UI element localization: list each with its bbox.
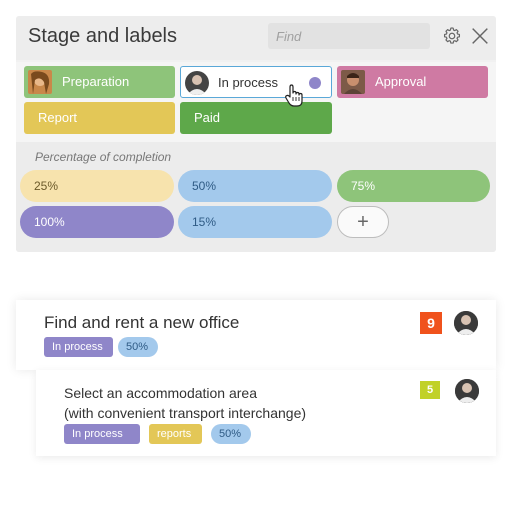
avatar [28, 70, 52, 94]
completion-pill-100[interactable]: 100% [20, 206, 174, 238]
task-percent-tag[interactable]: 50% [118, 337, 158, 357]
stage-label: Paid [194, 110, 221, 125]
hand-cursor-icon [285, 84, 303, 107]
completion-pill-75[interactable]: 75% [337, 170, 490, 202]
avatar [341, 70, 365, 94]
stage-report[interactable]: Report [24, 102, 175, 134]
task-stage-tag[interactable]: In process [44, 337, 113, 357]
completion-pill-25[interactable]: 25% [20, 170, 174, 202]
task-title: Find and rent a new office [44, 313, 240, 332]
panel-title: Stage and labels [28, 25, 178, 47]
assignee-avatar[interactable] [455, 379, 479, 403]
stage-label: Preparation [62, 74, 130, 89]
priority-badge: 5 [420, 381, 440, 399]
subtask-title-line-1: Select an accommodation area [64, 385, 257, 401]
stage-in-process[interactable]: In process [180, 66, 332, 98]
completion-title: Percentage of completion [35, 150, 172, 164]
add-completion-button[interactable]: + [337, 206, 389, 238]
stage-label: Approval [375, 74, 427, 89]
stage-approval[interactable]: Approval [337, 66, 488, 98]
close-icon[interactable] [469, 25, 491, 47]
stage-list: Preparation In process Approval Report P… [16, 62, 496, 154]
completion-pill-15[interactable]: 15% [178, 206, 332, 238]
avatar [185, 71, 209, 95]
stage-color-dot [309, 77, 321, 89]
stage-label: In process [218, 75, 278, 90]
task-percent-tag[interactable]: 50% [211, 424, 251, 444]
stage-preparation[interactable]: Preparation [24, 66, 175, 98]
find-input[interactable] [268, 23, 430, 49]
priority-badge: 9 [420, 312, 442, 334]
subtask-card[interactable]: Select an accommodation area (with conve… [36, 370, 496, 456]
stage-labels-panel: Stage and labels Preparation In process [16, 16, 496, 252]
stage-paid[interactable]: Paid [180, 102, 332, 134]
completion-section: Percentage of completion 25% 50% 75% 100… [16, 142, 496, 252]
task-card[interactable]: Find and rent a new office In process 50… [16, 300, 496, 370]
stage-label: Report [38, 110, 78, 125]
task-stage-tag[interactable]: In process [64, 424, 140, 444]
assignee-avatar[interactable] [454, 311, 478, 335]
gear-icon[interactable] [441, 25, 463, 47]
subtask-title: Select an accommodation area (with conve… [64, 383, 306, 423]
completion-pill-50[interactable]: 50% [178, 170, 332, 202]
task-label-tag[interactable]: reports [149, 424, 202, 444]
subtask-title-line-2: (with convenient transport interchange) [64, 405, 307, 421]
panel-header: Stage and labels [16, 16, 496, 60]
